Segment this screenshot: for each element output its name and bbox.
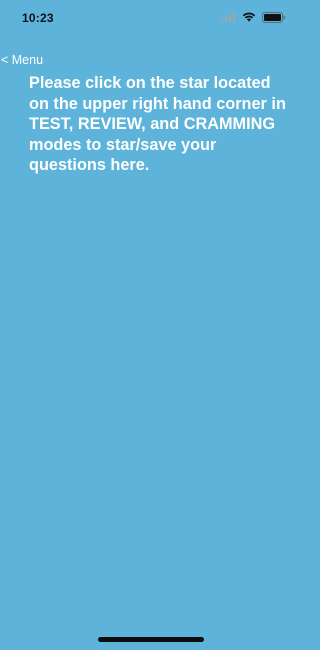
status-icons xyxy=(221,11,286,23)
wifi-icon xyxy=(242,12,256,22)
back-to-menu-link[interactable]: < Menu xyxy=(1,53,43,67)
signal-bars-icon xyxy=(221,12,236,22)
empty-starred-message: Please click on the star located on the … xyxy=(29,74,286,174)
home-indicator xyxy=(98,637,204,642)
status-time: 10:23 xyxy=(22,11,54,25)
status-bar: 10:23 xyxy=(0,0,300,36)
battery-icon xyxy=(262,11,286,23)
